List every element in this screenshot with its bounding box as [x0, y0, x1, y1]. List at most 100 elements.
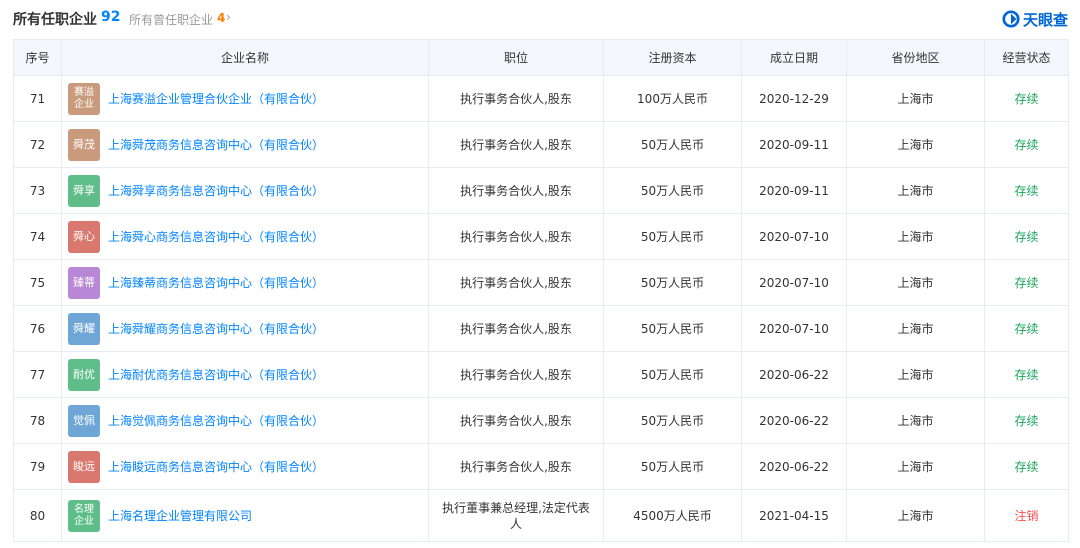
region-cell: 上海市: [846, 489, 985, 542]
status-badge: 存续: [984, 397, 1069, 444]
status-badge: 存续: [984, 305, 1069, 352]
company-name-link[interactable]: 上海臻蒂商务信息咨询中心（有限合伙）: [108, 274, 324, 291]
company-logo[interactable]: 睃远: [68, 450, 100, 483]
company-table: 序号 企业名称 职位 注册资本 成立日期 省份地区 经营状态 71 赛溢 企业 上海赛溢企业管理合…: [13, 39, 1069, 542]
table-row: 75 臻蒂 上海臻蒂商务信息咨询中心（有限合伙） 执行事务合伙人,股东 50万人民币 20…: [13, 259, 1069, 306]
company-cell-content: 舜享 上海舜享商务信息咨询中心（有限合伙）: [68, 174, 428, 207]
table-row: 80 名理 企业 上海名理企业管理有限公司 执行董事兼总经理,法定代表人 4500万人民币…: [13, 489, 1069, 542]
capital-cell: 50万人民币: [603, 397, 742, 444]
position-cell: 执行事务合伙人,股东: [428, 397, 604, 444]
company-cell-content: 舜耀 上海舜耀商务信息咨询中心（有限合伙）: [68, 312, 428, 345]
row-index: 80: [13, 489, 62, 542]
company-cell-content: 舜心 上海舜心商务信息咨询中心（有限合伙）: [68, 220, 428, 253]
former-companies-link[interactable]: 所有曾任职企业: [129, 11, 213, 28]
section-title: 所有任职企业: [13, 12, 97, 28]
company-cell-content: 舜茂 上海舜茂商务信息咨询中心（有限合伙）: [68, 128, 428, 161]
capital-cell: 50万人民币: [603, 351, 742, 398]
column-header-region: 省份地区: [846, 39, 985, 76]
company-cell: 耐优 上海耐优商务信息咨询中心（有限合伙）: [61, 351, 429, 398]
capital-cell: 50万人民币: [603, 259, 742, 306]
company-cell-content: 耐优 上海耐优商务信息咨询中心（有限合伙）: [68, 358, 428, 391]
company-name-link[interactable]: 上海觉佩商务信息咨询中心（有限合伙）: [108, 412, 324, 429]
founded-date-cell: 2020-09-11: [741, 121, 847, 168]
company-logo[interactable]: 舜享: [68, 174, 100, 207]
column-header-position: 职位: [428, 39, 604, 76]
company-cell: 臻蒂 上海臻蒂商务信息咨询中心（有限合伙）: [61, 259, 429, 306]
status-badge: 存续: [984, 351, 1069, 398]
capital-cell: 50万人民币: [603, 443, 742, 490]
brand-logo: 天眼查: [1002, 8, 1068, 30]
former-company-count[interactable]: 4: [217, 11, 225, 25]
company-cell: 舜享 上海舜享商务信息咨询中心（有限合伙）: [61, 167, 429, 214]
position-cell: 执行董事兼总经理,法定代表人: [428, 489, 604, 542]
chevron-right-icon[interactable]: ›: [226, 10, 231, 24]
brand-name: 天眼查: [1022, 10, 1068, 29]
position-cell: 执行事务合伙人,股东: [428, 443, 604, 490]
company-logo[interactable]: 舜心: [68, 220, 100, 253]
column-header-capital: 注册资本: [603, 39, 742, 76]
position-cell: 执行事务合伙人,股东: [428, 75, 604, 122]
row-index: 74: [13, 213, 62, 260]
company-logo[interactable]: 耐优: [68, 358, 100, 391]
table-row: 76 舜耀 上海舜耀商务信息咨询中心（有限合伙） 执行事务合伙人,股东 50万人民币 20…: [13, 305, 1069, 352]
region-cell: 上海市: [846, 121, 985, 168]
company-cell-content: 睃远 上海睃远商务信息咨询中心（有限合伙）: [68, 450, 428, 483]
table-row: 71 赛溢 企业 上海赛溢企业管理合伙企业（有限合伙） 执行事务合伙人,股东 100万人民…: [13, 75, 1069, 122]
position-cell: 执行事务合伙人,股东: [428, 259, 604, 306]
company-name-link[interactable]: 上海舜享商务信息咨询中心（有限合伙）: [108, 182, 324, 199]
current-company-count: 92: [101, 9, 121, 25]
company-logo[interactable]: 觉佩: [68, 404, 100, 437]
table-row: 78 觉佩 上海觉佩商务信息咨询中心（有限合伙） 执行事务合伙人,股东 50万人民币 20…: [13, 397, 1069, 444]
company-cell: 舜茂 上海舜茂商务信息咨询中心（有限合伙）: [61, 121, 429, 168]
founded-date-cell: 2020-09-11: [741, 167, 847, 214]
company-logo[interactable]: 舜耀: [68, 312, 100, 345]
company-logo[interactable]: 赛溢 企业: [68, 82, 100, 115]
position-cell: 执行事务合伙人,股东: [428, 305, 604, 352]
row-index: 79: [13, 443, 62, 490]
company-cell-content: 臻蒂 上海臻蒂商务信息咨询中心（有限合伙）: [68, 266, 428, 299]
company-logo[interactable]: 臻蒂: [68, 266, 100, 299]
capital-cell: 50万人民币: [603, 167, 742, 214]
company-name-link[interactable]: 上海舜茂商务信息咨询中心（有限合伙）: [108, 136, 324, 153]
section-header: 所有任职企业 92 所有曾任职企业 4 › 天眼查: [0, 0, 1080, 38]
position-cell: 执行事务合伙人,股东: [428, 351, 604, 398]
position-cell: 执行事务合伙人,股东: [428, 213, 604, 260]
table-row: 74 舜心 上海舜心商务信息咨询中心（有限合伙） 执行事务合伙人,股东 50万人民币 20…: [13, 213, 1069, 260]
position-cell: 执行事务合伙人,股东: [428, 121, 604, 168]
company-name-link[interactable]: 上海赛溢企业管理合伙企业（有限合伙）: [108, 90, 324, 107]
table-row: 72 舜茂 上海舜茂商务信息咨询中心（有限合伙） 执行事务合伙人,股东 50万人民币 20…: [13, 121, 1069, 168]
founded-date-cell: 2020-07-10: [741, 305, 847, 352]
company-logo[interactable]: 舜茂: [68, 128, 100, 161]
company-cell: 赛溢 企业 上海赛溢企业管理合伙企业（有限合伙）: [61, 75, 429, 122]
company-name-link[interactable]: 上海舜心商务信息咨询中心（有限合伙）: [108, 228, 324, 245]
table-row: 77 耐优 上海耐优商务信息咨询中心（有限合伙） 执行事务合伙人,股东 50万人民币 20…: [13, 351, 1069, 398]
company-cell: 舜耀 上海舜耀商务信息咨询中心（有限合伙）: [61, 305, 429, 352]
company-cell-content: 赛溢 企业 上海赛溢企业管理合伙企业（有限合伙）: [68, 82, 428, 115]
status-badge: 存续: [984, 75, 1069, 122]
row-index: 73: [13, 167, 62, 214]
status-badge: 存续: [984, 259, 1069, 306]
capital-cell: 50万人民币: [603, 121, 742, 168]
row-index: 72: [13, 121, 62, 168]
region-cell: 上海市: [846, 167, 985, 214]
founded-date-cell: 2020-12-29: [741, 75, 847, 122]
table-row: 79 睃远 上海睃远商务信息咨询中心（有限合伙） 执行事务合伙人,股东 50万人民币 20…: [13, 443, 1069, 490]
row-index: 76: [13, 305, 62, 352]
company-cell: 舜心 上海舜心商务信息咨询中心（有限合伙）: [61, 213, 429, 260]
column-header-company: 企业名称: [61, 39, 429, 76]
row-index: 71: [13, 75, 62, 122]
company-name-link[interactable]: 上海舜耀商务信息咨询中心（有限合伙）: [108, 320, 324, 337]
company-logo[interactable]: 名理 企业: [68, 499, 100, 532]
table-row: 73 舜享 上海舜享商务信息咨询中心（有限合伙） 执行事务合伙人,股东 50万人民币 20…: [13, 167, 1069, 214]
company-name-link[interactable]: 上海耐优商务信息咨询中心（有限合伙）: [108, 366, 324, 383]
region-cell: 上海市: [846, 397, 985, 444]
status-badge: 存续: [984, 167, 1069, 214]
founded-date-cell: 2020-06-22: [741, 351, 847, 398]
capital-cell: 100万人民币: [603, 75, 742, 122]
region-cell: 上海市: [846, 75, 985, 122]
company-cell: 名理 企业 上海名理企业管理有限公司: [61, 489, 429, 542]
company-name-link[interactable]: 上海名理企业管理有限公司: [108, 507, 252, 524]
row-index: 75: [13, 259, 62, 306]
column-header-status: 经营状态: [984, 39, 1069, 76]
company-name-link[interactable]: 上海睃远商务信息咨询中心（有限合伙）: [108, 458, 324, 475]
